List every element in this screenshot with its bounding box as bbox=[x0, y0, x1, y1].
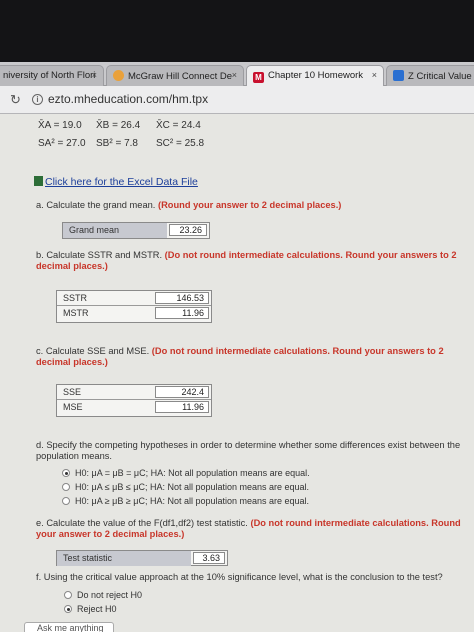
conclusion-option-2-label: Reject H0 bbox=[77, 604, 117, 614]
screen-top-dark bbox=[0, 0, 474, 62]
question-a: a. Calculate the grand mean. (Round your… bbox=[36, 200, 456, 211]
question-c: c. Calculate SSE and MSE. (Do not round … bbox=[36, 346, 466, 368]
mse-label: MSE bbox=[63, 402, 83, 412]
mean-b: X̄B = 26.4 bbox=[96, 120, 141, 131]
variance-c: SC² = 25.8 bbox=[156, 138, 205, 149]
question-b-prompt: b. Calculate SSTR and MSTR. bbox=[36, 250, 163, 260]
hypothesis-option-3-label: H0: μA ≥ μB ≥ μC; HA: Not all population… bbox=[75, 496, 310, 506]
hypothesis-option-2[interactable]: H0: μA ≤ μB ≤ μC; HA: Not all population… bbox=[62, 482, 309, 492]
excel-file-icon bbox=[34, 176, 43, 186]
mheducation-logo-icon: M bbox=[253, 72, 264, 83]
close-icon[interactable]: × bbox=[232, 70, 237, 80]
mstr-label: MSTR bbox=[63, 308, 89, 318]
test-statistic-row: Test statistic 3.63 bbox=[57, 551, 227, 566]
question-c-prompt: c. Calculate SSE and MSE. bbox=[36, 346, 150, 356]
tab-chapter-homework[interactable]: M Chapter 10 Homework × bbox=[246, 65, 384, 86]
sstr-mstr-table: SSTR 146.53 MSTR 11.96 bbox=[56, 290, 212, 323]
radio-selected-icon[interactable] bbox=[62, 469, 70, 477]
question-e-prompt: e. Calculate the value of the F(df1,df2)… bbox=[36, 518, 248, 528]
conclusion-option-2[interactable]: Reject H0 bbox=[64, 604, 117, 614]
hypothesis-option-1[interactable]: H0: μA = μB = μC; HA: Not all population… bbox=[62, 468, 310, 478]
question-a-prompt: a. Calculate the grand mean. bbox=[36, 200, 156, 210]
test-statistic-label: Test statistic bbox=[63, 553, 113, 563]
question-f: f. Using the critical value approach at … bbox=[36, 572, 456, 583]
test-statistic-input[interactable]: 3.63 bbox=[193, 552, 225, 564]
sstr-row: SSTR 146.53 bbox=[57, 291, 211, 306]
tab-z-critical[interactable]: Z Critical Value C bbox=[386, 65, 474, 86]
radio-selected-icon[interactable] bbox=[64, 605, 72, 613]
site-favicon-icon bbox=[393, 70, 404, 81]
conclusion-option-1[interactable]: Do not reject H0 bbox=[64, 590, 142, 600]
spinner-icon bbox=[113, 70, 124, 81]
test-statistic-table: Test statistic 3.63 bbox=[56, 550, 228, 566]
excel-link-text: Click here for the Excel Data File bbox=[45, 176, 198, 188]
grand-mean-input[interactable]: 23.26 bbox=[169, 224, 207, 236]
question-d-prompt: d. Specify the competing hypotheses in o… bbox=[36, 440, 461, 461]
grand-mean-row: Grand mean 23.26 bbox=[63, 223, 209, 238]
sse-row: SSE 242.4 bbox=[57, 385, 211, 400]
sstr-label: SSTR bbox=[63, 293, 88, 303]
tab-label: Chapter 10 Homework bbox=[268, 70, 364, 81]
question-b: b. Calculate SSTR and MSTR. (Do not roun… bbox=[36, 250, 466, 272]
url-field[interactable]: ezto.mheducation.com/hm.tpx bbox=[48, 92, 208, 106]
mean-c: X̄C = 24.4 bbox=[156, 120, 201, 131]
hypothesis-option-2-label: H0: μA ≤ μB ≤ μC; HA: Not all population… bbox=[75, 482, 310, 492]
mstr-row: MSTR 11.96 bbox=[57, 306, 211, 321]
grand-mean-table: Grand mean 23.26 bbox=[62, 222, 210, 239]
mstr-input[interactable]: 11.96 bbox=[155, 307, 209, 319]
close-icon[interactable]: × bbox=[372, 70, 377, 80]
hypothesis-option-3[interactable]: H0: μA ≥ μB ≥ μC; HA: Not all population… bbox=[62, 496, 309, 506]
tab-label: McGraw Hill Connect De bbox=[128, 71, 232, 82]
question-page: X̄A = 19.0 X̄B = 26.4 X̄C = 24.4 SA² = 2… bbox=[0, 114, 474, 632]
question-e: e. Calculate the value of the F(df1,df2)… bbox=[36, 518, 466, 540]
ask-search-box[interactable]: Ask me anything bbox=[24, 622, 114, 632]
conclusion-option-1-label: Do not reject H0 bbox=[77, 590, 143, 600]
grand-mean-label: Grand mean bbox=[69, 225, 120, 235]
tab-university[interactable]: niversity of North Flori × bbox=[0, 65, 104, 86]
tab-strip: niversity of North Flori × McGraw Hill C… bbox=[0, 62, 474, 86]
mse-input[interactable]: 11.96 bbox=[155, 401, 209, 413]
variance-b: SB² = 7.8 bbox=[96, 138, 138, 149]
mse-row: MSE 11.96 bbox=[57, 400, 211, 415]
sstr-input[interactable]: 146.53 bbox=[155, 292, 209, 304]
radio-icon[interactable] bbox=[64, 591, 72, 599]
info-icon[interactable]: i bbox=[32, 94, 43, 105]
reload-icon[interactable]: ↻ bbox=[10, 92, 21, 108]
hypothesis-option-1-label: H0: μA = μB = μC; HA: Not all population… bbox=[75, 468, 310, 478]
close-icon[interactable]: × bbox=[92, 70, 97, 80]
radio-icon[interactable] bbox=[62, 497, 70, 505]
sse-mse-table: SSE 242.4 MSE 11.96 bbox=[56, 384, 212, 417]
radio-icon[interactable] bbox=[62, 483, 70, 491]
question-f-prompt: f. Using the critical value approach at … bbox=[36, 572, 443, 582]
excel-data-link[interactable]: Click here for the Excel Data File bbox=[34, 176, 198, 188]
address-bar: ↻ i ezto.mheducation.com/hm.tpx bbox=[0, 86, 474, 114]
mean-a: X̄A = 19.0 bbox=[38, 120, 82, 131]
sse-input[interactable]: 242.4 bbox=[155, 386, 209, 398]
variance-a: SA² = 27.0 bbox=[38, 138, 86, 149]
question-d: d. Specify the competing hypotheses in o… bbox=[36, 440, 466, 462]
tab-label: niversity of North Flori bbox=[3, 70, 96, 81]
tab-label: Z Critical Value C bbox=[408, 71, 474, 82]
tab-mcgraw-hill[interactable]: McGraw Hill Connect De × bbox=[106, 65, 244, 86]
sse-label: SSE bbox=[63, 387, 82, 397]
question-a-note: (Round your answer to 2 decimal places.) bbox=[157, 200, 342, 210]
